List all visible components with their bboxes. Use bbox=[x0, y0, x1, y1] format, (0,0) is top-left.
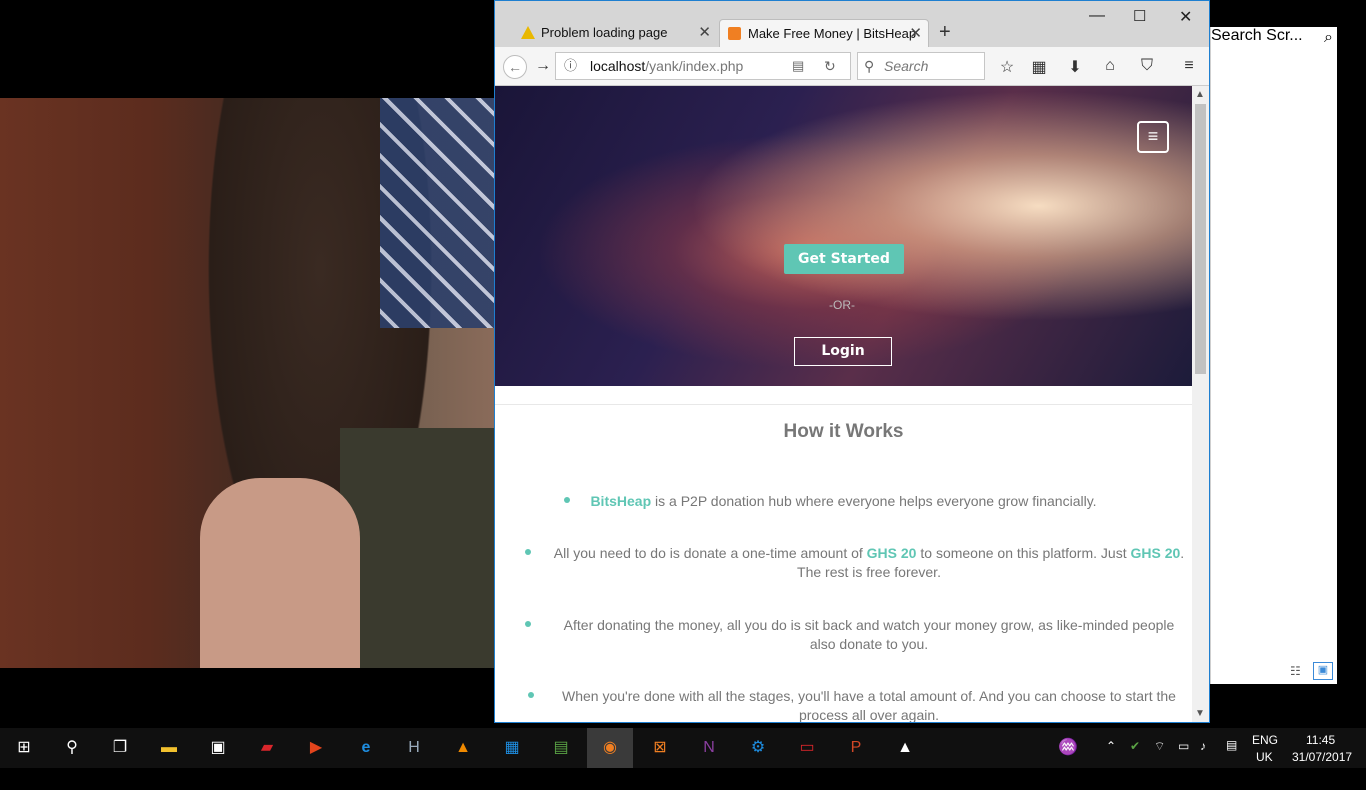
list-item: All you need to do is donate a one-time … bbox=[553, 545, 1185, 580]
search-icon[interactable]: ⚲ bbox=[58, 734, 86, 762]
taskbar: ⊞ ⚲ ❐ ▬ ▣ ▰ ▶ e H ▲ ▦ ▤ ◉ ⊠ N ⚙ ▭ P ▲ ♒ … bbox=[0, 728, 1366, 768]
edge-icon[interactable]: e bbox=[352, 734, 380, 762]
store-icon[interactable]: ▣ bbox=[204, 734, 232, 762]
file-explorer-icon[interactable]: ▬ bbox=[155, 734, 183, 762]
list-item: BitsHeap is a P2P donation hub where eve… bbox=[590, 493, 1097, 509]
battery-icon[interactable]: ▭ bbox=[1178, 739, 1189, 779]
explorer-search-input[interactable]: Search Scr... ⌕ bbox=[1210, 27, 1337, 684]
reading-list-icon[interactable]: ▦ bbox=[1029, 57, 1049, 77]
volume-icon[interactable]: ♪ bbox=[1200, 739, 1206, 779]
action-center-icon[interactable]: ▤ bbox=[1226, 738, 1237, 778]
desktop-background-image bbox=[0, 98, 494, 668]
settings-icon[interactable]: ⚙ bbox=[744, 734, 772, 762]
photos-icon[interactable]: ▲ bbox=[891, 734, 919, 762]
list-item: When you're done with all the stages, yo… bbox=[562, 688, 1176, 723]
bookmark-star-icon[interactable]: ☆ bbox=[997, 57, 1017, 77]
close-tab-icon[interactable]: ✕ bbox=[909, 20, 922, 48]
firefox-icon[interactable]: ◉ bbox=[587, 728, 633, 768]
warning-icon bbox=[521, 26, 535, 39]
spreadsheet-icon[interactable]: ▤ bbox=[547, 734, 575, 762]
clock-date[interactable]: 31/07/2017 bbox=[1292, 750, 1352, 790]
bullet-icon bbox=[528, 692, 534, 698]
page-viewport: ≡ Get Started -OR- Login How it Works Bi… bbox=[495, 86, 1192, 723]
home-icon[interactable]: ⌂ bbox=[1100, 57, 1120, 75]
control-panel-icon[interactable]: ▦ bbox=[498, 734, 526, 762]
powerpoint-icon[interactable]: P bbox=[842, 734, 870, 762]
reader-view-icon[interactable]: ▤ bbox=[792, 53, 804, 79]
task-view-icon[interactable]: ❐ bbox=[106, 734, 134, 762]
scroll-down-icon[interactable]: ▼ bbox=[1195, 708, 1205, 719]
maximize-icon[interactable]: ☐ bbox=[1133, 7, 1146, 25]
url-bar[interactable]: ⓘ localhost/yank/index.php ▤ ↻ bbox=[555, 52, 851, 80]
wifi-icon[interactable]: ⌔ bbox=[1154, 739, 1165, 779]
tray-app-icon[interactable]: ✔ bbox=[1130, 739, 1140, 779]
tab-problem-loading[interactable]: Problem loading page ✕ bbox=[513, 19, 717, 47]
back-icon[interactable]: ← bbox=[503, 55, 527, 79]
document-app-icon[interactable]: ▶ bbox=[302, 734, 330, 762]
section-divider bbox=[495, 404, 1192, 405]
onenote-icon[interactable]: N bbox=[695, 734, 723, 762]
reload-icon[interactable]: ↻ bbox=[824, 53, 836, 79]
page-scrollbar[interactable]: ▲ ▼ bbox=[1192, 86, 1209, 722]
search-input[interactable]: ⚲ Search bbox=[857, 52, 985, 80]
scroll-up-icon[interactable]: ▲ bbox=[1195, 89, 1205, 100]
region-indicator[interactable]: UK bbox=[1256, 750, 1273, 790]
pocket-icon[interactable]: ⛉ bbox=[1137, 57, 1157, 75]
close-tab-icon[interactable]: ✕ bbox=[698, 19, 711, 47]
info-icon[interactable]: ⓘ bbox=[564, 53, 577, 79]
close-icon[interactable]: ✕ bbox=[1179, 7, 1192, 27]
get-started-button[interactable]: Get Started bbox=[784, 244, 904, 274]
new-tab-icon[interactable]: + bbox=[939, 21, 951, 44]
tab-bitsheap[interactable]: Make Free Money | BitsHeap ✕ bbox=[719, 19, 929, 47]
minimize-icon[interactable]: — bbox=[1089, 7, 1105, 25]
preview-view-icon[interactable]: ▣ bbox=[1313, 662, 1333, 680]
bullet-icon bbox=[525, 621, 531, 627]
scrollbar-thumb[interactable] bbox=[1195, 104, 1206, 374]
search-icon: ⌕ bbox=[1324, 29, 1333, 46]
navigation-toolbar: ← → ⓘ localhost/yank/index.php ▤ ↻ ⚲ Sea… bbox=[495, 47, 1209, 86]
download-icon[interactable]: ⬇ bbox=[1065, 57, 1085, 77]
windows-start-icon[interactable]: ⊞ bbox=[10, 734, 38, 762]
vlc-icon[interactable]: ▲ bbox=[449, 734, 477, 762]
list-item: After donating the money, all you do is … bbox=[563, 617, 1175, 652]
xampp-icon bbox=[728, 27, 741, 40]
forward-icon[interactable]: → bbox=[533, 57, 553, 75]
search-icon: ⚲ bbox=[864, 58, 875, 74]
hamburger-menu-icon[interactable]: ≡ bbox=[1137, 121, 1169, 153]
menu-icon[interactable]: ≡ bbox=[1179, 57, 1199, 75]
login-button[interactable]: Login bbox=[794, 337, 892, 366]
app-gh-icon[interactable]: H bbox=[400, 734, 428, 762]
bullet-icon bbox=[525, 549, 531, 555]
firefox-window: Problem loading page ✕ Make Free Money |… bbox=[494, 0, 1210, 723]
book-app-icon[interactable]: ▰ bbox=[253, 734, 281, 762]
or-separator: -OR- bbox=[829, 298, 855, 312]
details-view-icon[interactable]: ☷ bbox=[1290, 664, 1301, 678]
activity-monitor-icon[interactable]: ♒ bbox=[1054, 734, 1082, 762]
pdf-icon[interactable]: ▭ bbox=[793, 734, 821, 762]
xampp-icon[interactable]: ⊠ bbox=[646, 734, 674, 762]
how-it-works-heading: How it Works bbox=[783, 421, 904, 442]
show-hidden-icons-chevron[interactable]: ⌃ bbox=[1106, 739, 1116, 779]
